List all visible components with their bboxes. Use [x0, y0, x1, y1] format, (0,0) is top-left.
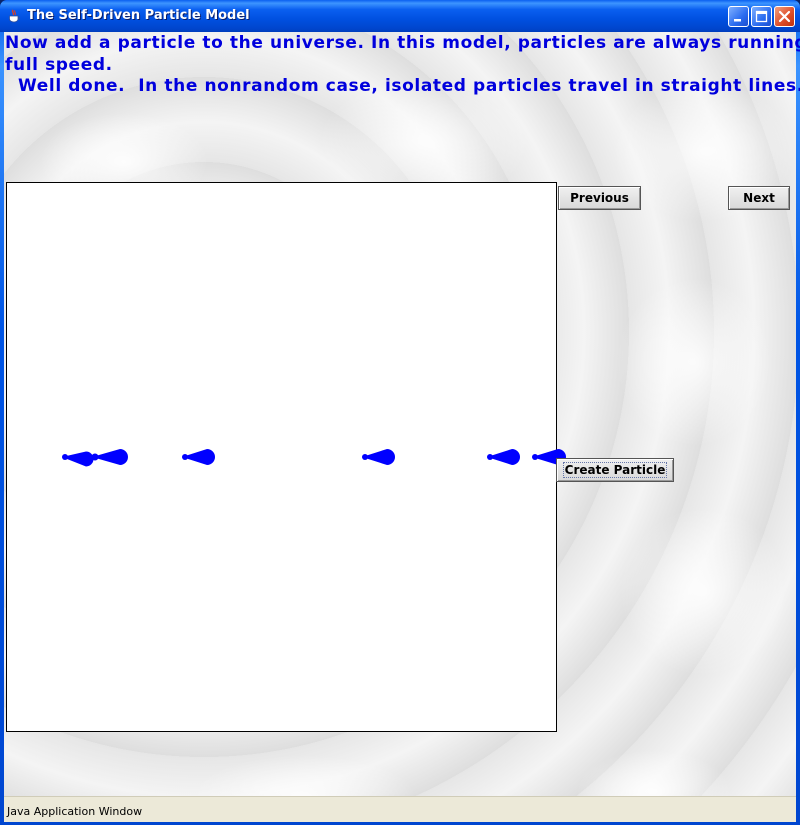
- java-cup-icon: [9, 9, 20, 23]
- create-particle-button[interactable]: Create Particle: [556, 458, 674, 482]
- minimize-button[interactable]: [728, 6, 749, 27]
- instruction-line-2: full speed.: [5, 54, 113, 75]
- particle: [91, 449, 128, 465]
- previous-button[interactable]: Previous: [558, 186, 641, 210]
- title-bar[interactable]: The Self-Driven Particle Model: [0, 0, 800, 32]
- simulation-canvas[interactable]: [6, 182, 566, 732]
- instruction-line-1: Now add a particle to the universe. In t…: [5, 33, 800, 53]
- content-panel: Now add a particle to the universe. In t…: [4, 32, 800, 822]
- maximize-button[interactable]: [751, 6, 772, 27]
- particle: [487, 449, 520, 465]
- particle: [62, 451, 94, 467]
- particle: [182, 449, 215, 465]
- status-text: Java Application Window: [7, 805, 143, 818]
- instruction-text: Now add a particle to the universe. In t…: [5, 33, 800, 98]
- application-window: The Self-Driven Particle Model Now add a…: [0, 0, 800, 825]
- close-button[interactable]: [774, 6, 795, 27]
- particle-layer: [62, 449, 566, 467]
- particle: [362, 449, 395, 465]
- create-particle-label: Create Particle: [562, 462, 668, 478]
- minimize-icon: [734, 19, 741, 22]
- next-button[interactable]: Next: [728, 186, 790, 210]
- status-bar: Java Application Window: [4, 796, 796, 822]
- maximize-icon: [755, 10, 768, 23]
- window-title: The Self-Driven Particle Model: [27, 8, 250, 23]
- instruction-line-3: Well done. In the nonrandom case, isolat…: [5, 76, 800, 96]
- close-icon: [778, 10, 791, 23]
